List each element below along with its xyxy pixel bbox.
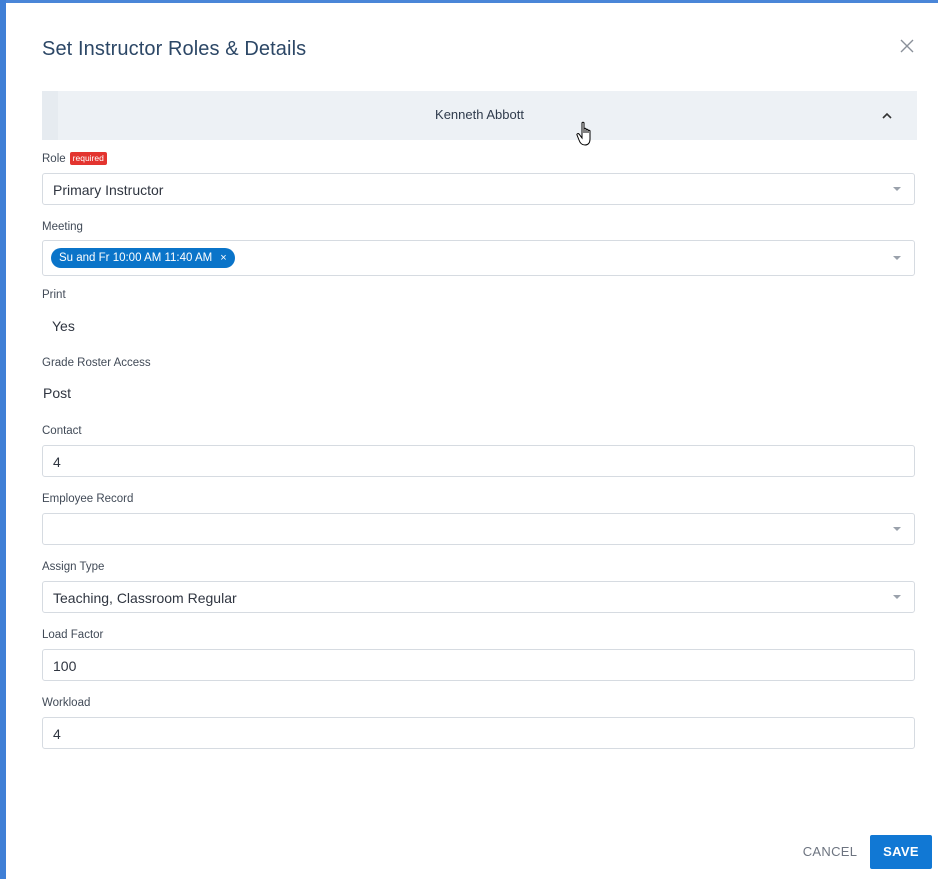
role-label: Role required (42, 152, 107, 165)
required-badge: required (69, 152, 107, 165)
assign-type-value: Teaching, Classroom Regular (53, 590, 237, 606)
assign-type-label: Assign Type (42, 561, 105, 573)
load-factor-label: Load Factor (42, 629, 104, 641)
employee-record-label: Employee Record (42, 493, 134, 505)
role-label-text: Role (42, 153, 66, 165)
workload-label: Workload (42, 697, 91, 709)
contact-value: 4 (53, 454, 61, 470)
assign-type-select[interactable]: Teaching, Classroom Regular (42, 581, 915, 613)
save-button[interactable]: SAVE (870, 835, 932, 869)
contact-label: Contact (42, 425, 82, 437)
grade-roster-access-label: Grade Roster Access (42, 357, 151, 369)
meeting-label: Meeting (42, 221, 83, 233)
workload-input[interactable]: 4 (42, 717, 915, 749)
cancel-button[interactable]: CANCEL (797, 835, 863, 869)
print-label: Print (42, 289, 66, 301)
role-select[interactable]: Primary Instructor (42, 173, 915, 205)
chip-remove-icon[interactable]: × (220, 252, 226, 264)
load-factor-input[interactable]: 100 (42, 649, 915, 681)
meeting-chip: Su and Fr 10:00 AM 11:40 AM × (51, 248, 235, 268)
load-factor-value: 100 (53, 658, 77, 674)
meeting-select[interactable]: Su and Fr 10:00 AM 11:40 AM × (42, 240, 915, 276)
caret-down-icon (893, 595, 901, 599)
caret-down-icon (893, 527, 901, 531)
instructor-accordion-header[interactable]: Kenneth Abbott (42, 91, 917, 140)
dialog-title: Set Instructor Roles & Details (42, 38, 307, 60)
chevron-up-icon[interactable] (877, 106, 897, 126)
caret-down-icon (893, 187, 901, 191)
grade-roster-access-value: Post (43, 385, 72, 401)
employee-record-select[interactable] (42, 513, 915, 545)
instructor-name: Kenneth Abbott (435, 107, 524, 122)
print-value: Yes (52, 318, 75, 334)
workload-value: 4 (53, 726, 61, 742)
role-value: Primary Instructor (53, 182, 164, 198)
caret-down-icon (893, 256, 901, 260)
dialog-left-border (0, 0, 6, 879)
meeting-chip-label: Su and Fr 10:00 AM 11:40 AM (59, 252, 213, 264)
close-icon[interactable] (898, 37, 916, 55)
contact-input[interactable]: 4 (42, 445, 915, 477)
dialog-top-border (0, 0, 938, 3)
